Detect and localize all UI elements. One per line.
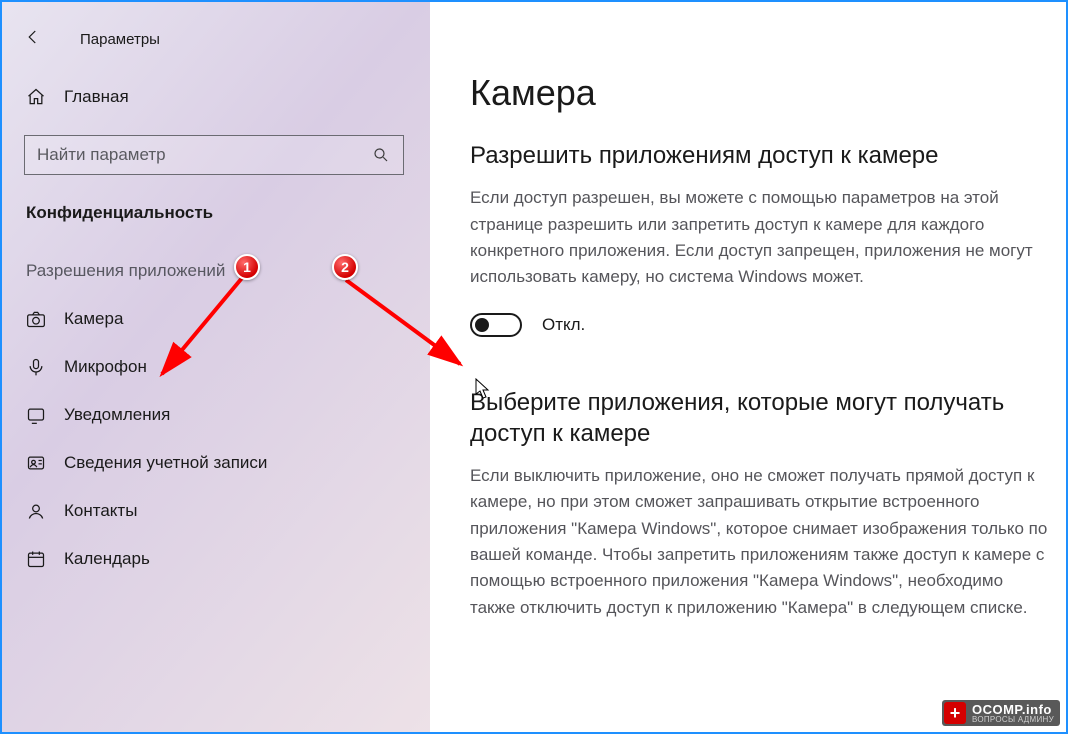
sidebar-item-label: Микрофон xyxy=(64,357,147,377)
page-title: Камера xyxy=(470,72,1066,114)
home-icon xyxy=(26,87,46,107)
sidebar: Параметры Главная Конфиденциальность Раз… xyxy=(2,2,430,732)
section-choose-apps-title: Выберите приложения, которые могут получ… xyxy=(470,387,1066,449)
window-title: Параметры xyxy=(80,31,160,48)
group-heading: Разрешения приложений xyxy=(2,245,430,295)
settings-window: Параметры Главная Конфиденциальность Раз… xyxy=(0,0,1068,734)
main-content: Камера Разрешить приложениям доступ к ка… xyxy=(430,2,1066,732)
sidebar-item-contacts[interactable]: Контакты xyxy=(2,487,430,535)
sidebar-item-label: Сведения учетной записи xyxy=(64,453,267,473)
sidebar-item-label: Уведомления xyxy=(64,405,170,425)
toggle-knob xyxy=(475,318,489,332)
search-input[interactable] xyxy=(37,145,371,165)
calendar-icon xyxy=(26,549,46,569)
nav-home-label: Главная xyxy=(64,87,129,107)
nav-home[interactable]: Главная xyxy=(2,75,430,119)
account-icon xyxy=(26,453,46,473)
mic-icon xyxy=(26,357,46,377)
sidebar-item-label: Камера xyxy=(64,309,123,329)
sidebar-item-notifications[interactable]: Уведомления xyxy=(2,391,430,439)
toggle-state-label: Откл. xyxy=(542,315,585,335)
section-allow-apps-body: Если доступ разрешен, вы можете с помощь… xyxy=(470,185,1050,290)
section-allow-apps-title: Разрешить приложениям доступ к камере xyxy=(470,140,1066,171)
sidebar-item-calendar[interactable]: Календарь xyxy=(2,535,430,583)
sidebar-item-microphone[interactable]: Микрофон xyxy=(2,343,430,391)
sidebar-item-camera[interactable]: Камера xyxy=(2,295,430,343)
category-title: Конфиденциальность xyxy=(2,193,430,245)
camera-access-toggle[interactable] xyxy=(470,313,522,337)
section-choose-apps-body: Если выключить приложение, оно не сможет… xyxy=(470,463,1050,621)
search-icon[interactable] xyxy=(371,145,391,165)
search-box[interactable] xyxy=(24,135,404,175)
sidebar-item-label: Календарь xyxy=(64,549,150,569)
sidebar-item-label: Контакты xyxy=(64,501,137,521)
notifications-icon xyxy=(26,405,46,425)
back-button[interactable] xyxy=(16,22,50,57)
titlebar: Параметры xyxy=(2,14,430,75)
contacts-icon xyxy=(26,501,46,521)
camera-icon xyxy=(26,309,46,329)
sidebar-item-account-info[interactable]: Сведения учетной записи xyxy=(2,439,430,487)
